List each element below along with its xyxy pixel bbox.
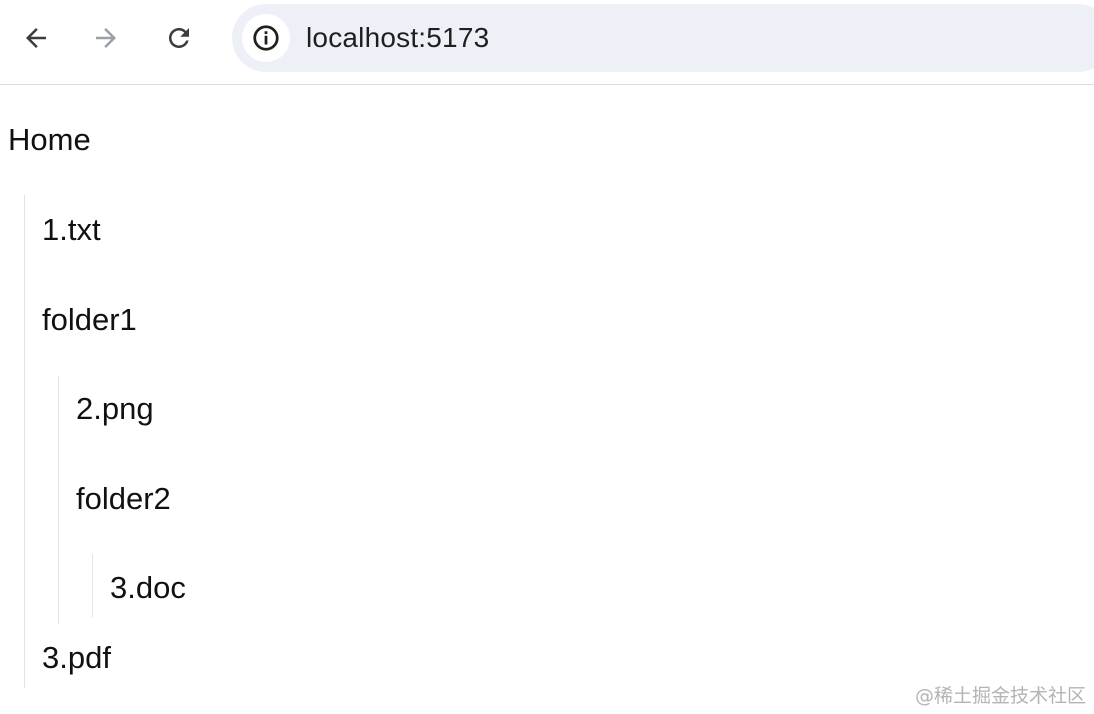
site-info-button[interactable] [242,14,290,62]
arrow-right-icon [96,28,116,48]
tree-guide-level1 [24,195,25,688]
address-bar[interactable]: localhost:5173 [232,4,1094,72]
info-icon [253,25,279,51]
reload-button[interactable] [159,18,199,58]
watermark: @稀土掘金技术社区 [914,685,1086,707]
tree-item-3-pdf[interactable]: 3.pdf [42,641,111,675]
tree-item-3-doc[interactable]: 3.doc [110,571,186,605]
tree-guide-level2 [58,376,59,624]
tree-guide-level3 [92,554,93,617]
url-text[interactable]: localhost:5173 [306,23,489,53]
forward-button[interactable] [86,18,126,58]
tree-folder-folder2[interactable]: folder2 [76,482,171,516]
tree-item-2-png[interactable]: 2.png [76,392,154,426]
back-button[interactable] [16,18,56,58]
reload-icon [169,28,189,48]
tree-item-1-txt[interactable]: 1.txt [42,213,101,247]
browser-toolbar: localhost:5173 [0,0,1094,85]
tree-root-home[interactable]: Home [8,123,91,157]
tree-folder-folder1[interactable]: folder1 [42,303,137,337]
page-content: Home 1.txt folder1 2.png folder2 3.doc 3… [0,85,1094,714]
arrow-left-icon [26,28,46,48]
